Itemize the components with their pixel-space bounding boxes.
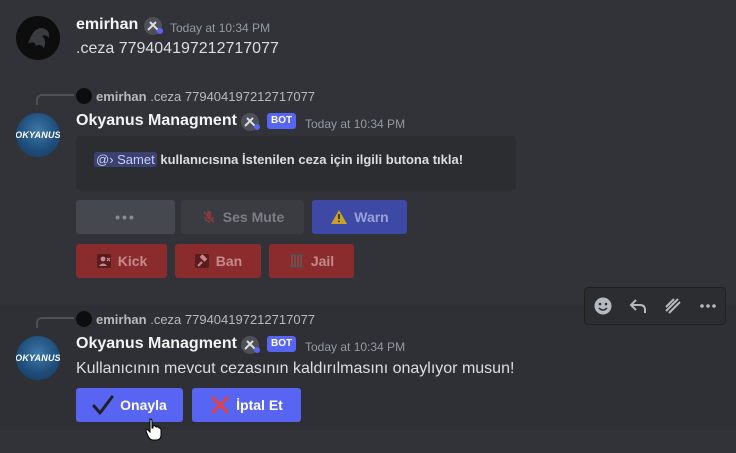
check-icon: [92, 395, 114, 415]
cancel-button[interactable]: İptal Et: [192, 388, 301, 422]
bot-tag: BOT: [267, 113, 297, 129]
tools-badge-icon: [143, 16, 165, 36]
timestamp: Today at 10:34 PM: [305, 117, 406, 131]
hammer-icon: [194, 253, 210, 269]
timestamp: Today at 10:34 PM: [305, 340, 406, 354]
user-avatar[interactable]: [16, 16, 60, 60]
reply-avatar: [76, 311, 92, 327]
tools-badge-icon: [240, 112, 262, 132]
embed: @› Samet kullanıcısına İstenilen ceza iç…: [76, 136, 516, 190]
jail-label: Jail: [310, 253, 335, 269]
ban-label: Ban: [215, 253, 243, 269]
confirm-label: Onayla: [120, 397, 167, 413]
warn-button[interactable]: Warn: [312, 200, 407, 234]
reply-preview[interactable]: emirhan .ceza 779404197212717077: [76, 311, 315, 327]
warning-icon: [330, 209, 348, 225]
message-actions-toolbar: [584, 287, 726, 325]
timestamp: Today at 10:34 PM: [170, 21, 271, 35]
voice-mute-label: Ses Mute: [222, 209, 285, 225]
add-reaction-icon[interactable]: [589, 292, 617, 320]
dots-button[interactable]: •••: [76, 200, 175, 234]
jail-icon: [289, 253, 305, 269]
voice-mute-button[interactable]: Ses Mute: [181, 200, 304, 234]
kick-label: Kick: [117, 253, 148, 269]
user-mention[interactable]: @› Samet: [94, 152, 157, 167]
jail-button[interactable]: Jail: [269, 244, 354, 278]
reply-avatar: [76, 88, 92, 104]
reply-preview[interactable]: emirhan .ceza 779404197212717077: [76, 88, 315, 104]
pointer-cursor-icon: [145, 418, 163, 446]
app-icon[interactable]: [659, 292, 687, 320]
cancel-label: İptal Et: [236, 397, 283, 413]
mic-off-icon: [201, 209, 217, 225]
bot-username[interactable]: Okyanus Managment: [76, 335, 237, 353]
reply-spine: [36, 317, 74, 328]
bot-avatar-text: OKYANUS: [16, 130, 60, 140]
bot-tag: BOT: [267, 336, 297, 352]
reply-username: emirhan: [96, 89, 147, 104]
ban-button[interactable]: Ban: [175, 244, 261, 278]
more-icon[interactable]: [694, 292, 722, 320]
reply-username: emirhan: [96, 312, 147, 327]
reply-icon[interactable]: [624, 292, 652, 320]
tools-badge-icon: [240, 335, 262, 355]
message-content: .ceza 779404197212717077: [76, 40, 279, 57]
cross-icon: [210, 395, 230, 415]
bot-avatar-text: OKYANUS: [16, 353, 60, 363]
confirm-button[interactable]: Onayla: [76, 388, 183, 422]
bot-username[interactable]: Okyanus Managment: [76, 112, 237, 130]
dots-label: •••: [115, 209, 136, 225]
bot-avatar[interactable]: OKYANUS: [16, 336, 60, 380]
embed-text: kullanıcısına İstenilen ceza için ilgili…: [160, 152, 464, 167]
kick-button[interactable]: Kick: [76, 244, 167, 278]
reply-spine: [36, 94, 74, 105]
bot-avatar[interactable]: OKYANUS: [16, 113, 60, 157]
reply-content: .ceza 779404197212717077: [150, 89, 316, 104]
warn-label: Warn: [354, 209, 389, 225]
reply-content: .ceza 779404197212717077: [150, 312, 316, 327]
kick-icon: [96, 253, 112, 269]
message-content: Kullanıcının mevcut cezasının kaldırılma…: [76, 360, 515, 377]
username[interactable]: emirhan: [76, 16, 138, 34]
